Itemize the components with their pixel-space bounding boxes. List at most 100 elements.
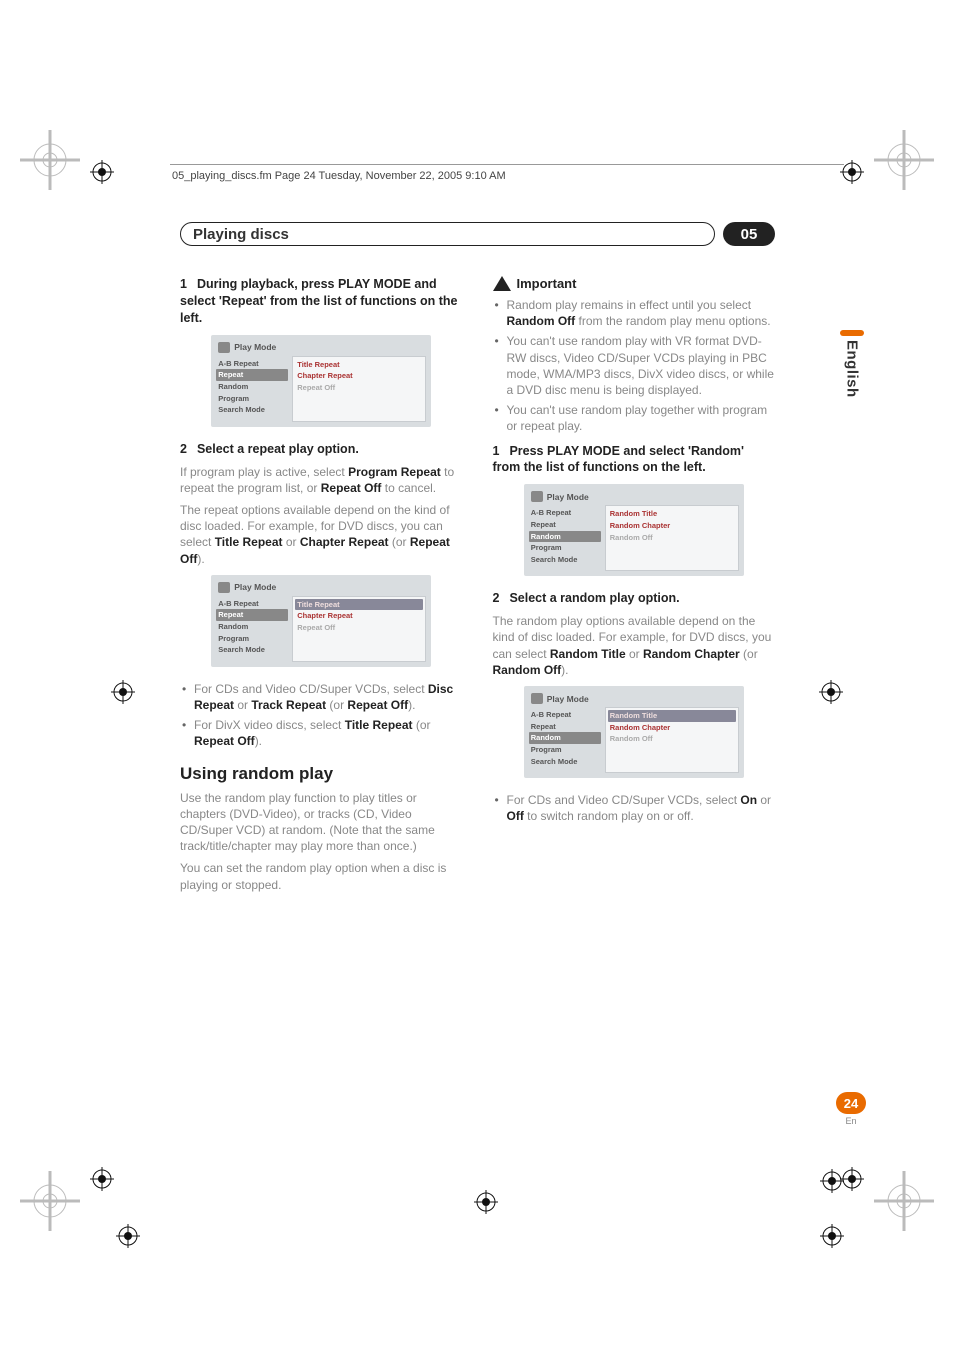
registration-mark <box>103 672 143 712</box>
print-rosette-tr <box>874 130 934 190</box>
menu-left-item: Random <box>218 381 286 393</box>
menu-left-item-selected: Repeat <box>216 609 288 621</box>
menu-right-item: Chapter Repeat <box>297 370 421 382</box>
menu-right-list: Random Title Random Chapter Random Off <box>605 707 739 773</box>
header-rule <box>170 164 844 165</box>
play-mode-menu-repeat-title: Play Mode A-B Repeat Repeat Random Progr… <box>211 575 431 667</box>
menu-left-list: A-B Repeat Repeat Random Program Search … <box>529 707 601 773</box>
menu-left-item: Search Mode <box>531 756 599 768</box>
menu-right-item: Title Repeat <box>297 359 421 371</box>
registration-mark <box>811 672 851 712</box>
menu-right-item: Random Title <box>610 508 734 520</box>
registration-mark <box>812 1161 852 1201</box>
page-number: 24 En <box>836 1092 866 1126</box>
step-2-random: 2Select a random play option. <box>493 590 776 607</box>
menu-left-item: Program <box>218 633 286 645</box>
play-mode-menu-repeat: Play Mode A-B Repeat Repeat Random Progr… <box>211 335 431 427</box>
step-2-text: Select a repeat play option. <box>197 442 359 456</box>
playmode-icon <box>218 582 230 593</box>
menu-right-item-highlight: Random Title <box>608 710 736 722</box>
playmode-icon <box>531 693 543 704</box>
menu-right-item-dim: Repeat Off <box>297 382 421 394</box>
menu-title: Play Mode <box>234 582 276 592</box>
menu-right-list: Title Repeat Chapter Repeat Repeat Off <box>292 596 426 662</box>
menu-right-item-highlight: Title Repeat <box>295 599 423 611</box>
registration-mark <box>832 152 872 192</box>
menu-right-item: Random Chapter <box>610 722 734 734</box>
menu-left-list: A-B Repeat Repeat Random Program Search … <box>216 356 288 422</box>
menu-right-item-dim: Random Off <box>610 733 734 745</box>
language-tab: English <box>838 330 866 398</box>
warning-icon <box>493 276 511 291</box>
bullet-list: Random play remains in effect until you … <box>493 297 776 435</box>
menu-title: Play Mode <box>547 694 589 704</box>
step-2-text: Select a random play option. <box>509 591 679 605</box>
menu-right-list: Title Repeat Chapter Repeat Repeat Off <box>292 356 426 422</box>
playmode-icon <box>218 342 230 353</box>
menu-right-list: Random Title Random Chapter Random Off <box>605 505 739 571</box>
paragraph: The repeat options available depend on t… <box>180 502 463 567</box>
registration-mark <box>466 1182 506 1222</box>
bullet: You can't use random play together with … <box>493 402 776 434</box>
menu-title: Play Mode <box>547 492 589 502</box>
print-rosette-bl <box>20 1171 80 1231</box>
bullet: For CDs and Video CD/Super VCDs, select … <box>493 792 776 824</box>
bullet: You can't use random play with VR format… <box>493 333 776 398</box>
menu-right-item-dim: Random Off <box>610 532 734 544</box>
language-label: English <box>844 340 861 398</box>
page-number-badge: 24 <box>836 1092 866 1114</box>
step-1-text: During playback, press PLAY MODE and sel… <box>180 277 458 325</box>
playmode-icon <box>531 491 543 502</box>
step-1-text: Press PLAY MODE and select 'Random' from… <box>493 444 744 475</box>
menu-left-item-selected: Random <box>529 531 601 543</box>
menu-left-item: Search Mode <box>218 404 286 416</box>
header-meta: 05_playing_discs.fm Page 24 Tuesday, Nov… <box>172 170 506 182</box>
important-heading: Important <box>493 276 776 291</box>
play-mode-menu-random: Play Mode A-B Repeat Repeat Random Progr… <box>524 484 744 576</box>
paragraph: If program play is active, select Progra… <box>180 464 463 496</box>
menu-right-item-dim: Repeat Off <box>297 622 421 634</box>
bullet-list: For CDs and Video CD/Super VCDs, select … <box>493 792 776 824</box>
menu-left-item-selected: Repeat <box>216 369 288 381</box>
bullet: For CDs and Video CD/Super VCDs, select … <box>180 681 463 713</box>
bullet: Random play remains in effect until you … <box>493 297 776 329</box>
menu-left-item: Repeat <box>531 519 599 531</box>
menu-left-item: A-B Repeat <box>531 709 599 721</box>
menu-left-item: A-B Repeat <box>218 598 286 610</box>
menu-left-item: Search Mode <box>531 554 599 566</box>
chapter-title: Playing discs <box>180 222 715 246</box>
step-1-random: 1Press PLAY MODE and select 'Random' fro… <box>493 443 776 477</box>
menu-left-item: Program <box>531 744 599 756</box>
menu-right-item: Random Chapter <box>610 520 734 532</box>
menu-left-item: Random <box>218 621 286 633</box>
menu-left-item: A-B Repeat <box>531 507 599 519</box>
menu-left-item: A-B Repeat <box>218 358 286 370</box>
menu-left-item: Repeat <box>531 721 599 733</box>
registration-mark <box>108 1216 148 1256</box>
registration-mark <box>812 1216 852 1256</box>
menu-left-item-selected: Random <box>529 732 601 744</box>
menu-left-list: A-B Repeat Repeat Random Program Search … <box>529 505 601 571</box>
menu-left-list: A-B Repeat Repeat Random Program Search … <box>216 596 288 662</box>
bullet-list: For CDs and Video CD/Super VCDs, select … <box>180 681 463 750</box>
paragraph: You can set the random play option when … <box>180 860 463 892</box>
menu-left-item: Program <box>531 542 599 554</box>
accent-bar <box>840 330 864 336</box>
print-rosette-br <box>874 1171 934 1231</box>
step-1-repeat: 1During playback, press PLAY MODE and se… <box>180 276 463 327</box>
page-number-lang: En <box>836 1116 866 1126</box>
paragraph: The random play options available depend… <box>493 613 776 678</box>
menu-left-item: Search Mode <box>218 644 286 656</box>
chapter-number-badge: 05 <box>723 222 775 246</box>
bullet: For DivX video discs, select Title Repea… <box>180 717 463 749</box>
menu-title: Play Mode <box>234 342 276 352</box>
step-2-repeat: 2Select a repeat play option. <box>180 441 463 458</box>
play-mode-menu-random-title: Play Mode A-B Repeat Repeat Random Progr… <box>524 686 744 778</box>
registration-mark <box>82 152 122 192</box>
menu-right-item: Chapter Repeat <box>297 610 421 622</box>
important-label: Important <box>517 276 577 291</box>
registration-mark <box>82 1159 122 1199</box>
print-rosette-tl <box>20 130 80 190</box>
paragraph: Use the random play function to play tit… <box>180 790 463 855</box>
heading-random-play: Using random play <box>180 764 463 784</box>
